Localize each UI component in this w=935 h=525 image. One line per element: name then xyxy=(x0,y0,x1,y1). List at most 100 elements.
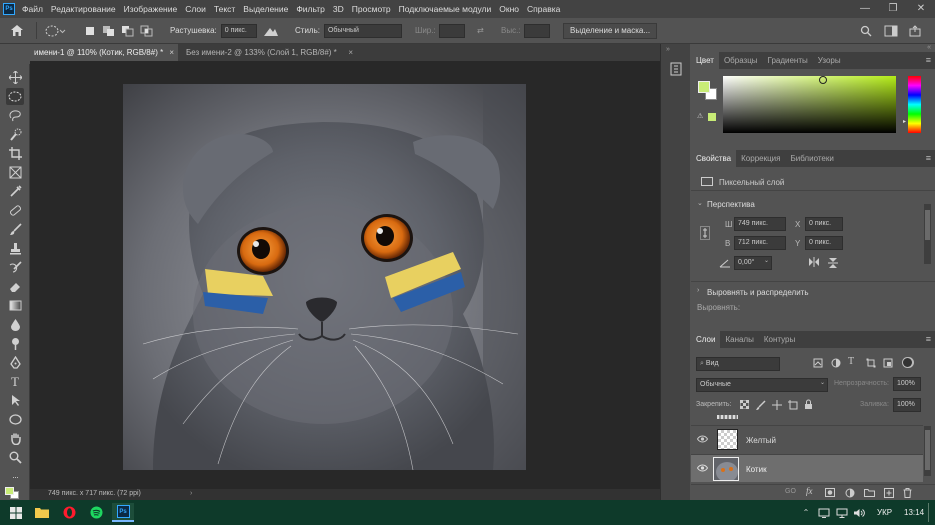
status-menu-icon[interactable]: › xyxy=(190,490,192,497)
tab-channels[interactable]: Каналы xyxy=(720,331,758,348)
blend-mode-dropdown-icon[interactable]: ⌄ xyxy=(820,379,825,386)
spotify-icon[interactable] xyxy=(85,503,107,522)
layer-style-icon[interactable]: fx xyxy=(806,486,813,496)
lock-pixels-icon[interactable] xyxy=(756,400,766,412)
tab-patterns[interactable]: Узоры xyxy=(813,52,846,69)
pen-tool-icon[interactable] xyxy=(6,354,24,371)
lasso-tool-icon[interactable] xyxy=(6,107,24,124)
feather-input[interactable]: 0 пикс. xyxy=(220,23,257,38)
tab-gradients[interactable]: Градиенты xyxy=(763,52,813,69)
y-value[interactable]: 0 пикс. xyxy=(805,236,843,250)
filter-toggle-switch[interactable] xyxy=(902,357,914,368)
move-tool-icon[interactable] xyxy=(6,69,24,86)
panel-menu-icon[interactable]: ≡ xyxy=(926,153,931,163)
start-button[interactable] xyxy=(5,503,27,522)
visibility-eye-icon[interactable] xyxy=(696,435,709,445)
brush-tool-icon[interactable] xyxy=(6,221,24,238)
lock-all-icon[interactable] xyxy=(804,399,813,412)
quick-selection-tool-icon[interactable] xyxy=(6,126,24,143)
tab-layers[interactable]: Слои xyxy=(691,331,721,348)
adjustment-layer-icon[interactable] xyxy=(845,488,855,500)
tab-close-icon[interactable]: × xyxy=(169,44,174,61)
height-value[interactable]: 712 пикс. xyxy=(734,236,786,250)
fill-input[interactable]: 100% xyxy=(893,398,921,412)
filter-shape-icon[interactable] xyxy=(866,358,876,370)
add-mask-icon[interactable] xyxy=(825,488,835,499)
opera-icon[interactable] xyxy=(58,503,80,522)
menu-select[interactable]: Выделение xyxy=(239,4,292,14)
new-selection-icon[interactable] xyxy=(84,22,96,39)
panel-menu-icon[interactable]: ≡ xyxy=(926,334,931,344)
layer-filter-select[interactable]: ⌕ Вид xyxy=(696,357,780,371)
delete-layer-icon[interactable] xyxy=(903,488,912,500)
angle-dropdown-icon[interactable]: ⌄ xyxy=(764,257,769,264)
panels-collapse-icon[interactable]: « xyxy=(927,44,931,51)
new-layer-icon[interactable] xyxy=(884,488,894,500)
layers-scrollbar[interactable] xyxy=(924,426,931,476)
menu-plugins[interactable]: Подключаемые модули xyxy=(395,4,496,14)
home-icon[interactable] xyxy=(10,22,24,39)
tab-close-icon[interactable]: × xyxy=(348,44,353,61)
opacity-input[interactable]: 100% xyxy=(893,377,921,391)
filter-pixel-icon[interactable] xyxy=(813,358,823,370)
gamut-swatch[interactable] xyxy=(708,113,716,121)
swap-icon[interactable]: ⇄ xyxy=(477,22,484,39)
tab-paths[interactable]: Контуры xyxy=(759,331,800,348)
hue-slider[interactable]: ▸ xyxy=(903,76,921,133)
style-select[interactable]: Обычный xyxy=(323,23,402,38)
section-collapse-icon[interactable]: ⌄ xyxy=(697,199,703,207)
elliptical-marquee-tool-icon[interactable] xyxy=(6,88,24,105)
menu-window[interactable]: Окно xyxy=(495,4,523,14)
search-icon[interactable] xyxy=(860,22,872,39)
layer-row-yellow[interactable]: Желтый xyxy=(691,425,923,453)
blend-mode-select[interactable]: Обычные xyxy=(696,378,828,392)
color-picker-field[interactable] xyxy=(723,76,896,133)
tab-swatches[interactable]: Образцы xyxy=(719,52,763,69)
color-picker-cursor[interactable] xyxy=(819,76,827,84)
hue-slider-handle[interactable]: ▸ xyxy=(903,118,906,125)
antialias-icon[interactable] xyxy=(263,22,279,39)
lock-artboard-icon[interactable] xyxy=(788,400,798,412)
layer-name[interactable]: Котик xyxy=(746,465,767,474)
document-canvas-image[interactable] xyxy=(123,84,526,470)
type-tool-icon[interactable]: T xyxy=(6,373,24,390)
healing-brush-tool-icon[interactable] xyxy=(6,202,24,219)
select-and-mask-button[interactable]: Выделение и маска... xyxy=(563,22,658,39)
width-value[interactable]: 749 пикс. xyxy=(734,217,786,231)
share-icon[interactable] xyxy=(908,22,922,39)
marquee-preset-icon[interactable] xyxy=(36,22,67,39)
layer-name[interactable]: Желтый xyxy=(746,436,776,445)
flip-horizontal-icon[interactable] xyxy=(808,257,820,269)
tab-document-1[interactable]: имени-1 @ 110% (Котик, RGB/8#) * × xyxy=(30,44,178,61)
show-desktop-button[interactable] xyxy=(928,503,929,522)
ellipse-tool-icon[interactable] xyxy=(6,411,24,428)
dodge-tool-icon[interactable] xyxy=(6,335,24,352)
foreground-color-chip[interactable] xyxy=(698,81,710,93)
new-group-icon[interactable] xyxy=(864,488,875,499)
menu-help[interactable]: Справка xyxy=(523,4,564,14)
filter-type-icon[interactable]: T xyxy=(848,356,854,367)
workspace-icon[interactable] xyxy=(884,22,898,39)
clock[interactable]: 13:14 xyxy=(904,508,924,517)
eyedropper-tool-icon[interactable] xyxy=(6,183,24,200)
filter-adjustment-icon[interactable] xyxy=(831,358,841,370)
properties-scrollbar[interactable] xyxy=(924,204,931,264)
clone-stamp-tool-icon[interactable] xyxy=(6,240,24,257)
crop-tool-icon[interactable] xyxy=(6,145,24,162)
collapse-icon[interactable]: » xyxy=(666,46,670,53)
history-panel-icon[interactable] xyxy=(669,62,683,78)
layer-row-kitten[interactable]: Котик xyxy=(691,454,923,482)
intersect-selection-icon[interactable] xyxy=(140,22,154,39)
link-dimensions-icon[interactable] xyxy=(700,226,710,240)
tab-libraries[interactable]: Библиотеки xyxy=(785,150,838,167)
menu-filter[interactable]: Фильтр xyxy=(292,4,329,14)
blur-tool-icon[interactable] xyxy=(6,316,24,333)
tab-color[interactable]: Цвет xyxy=(691,52,719,69)
edit-toolbar-icon[interactable]: ··· xyxy=(6,468,24,485)
zoom-tool-icon[interactable] xyxy=(6,449,24,466)
minimize-button[interactable]: — xyxy=(851,0,879,18)
restore-button[interactable]: ❐ xyxy=(879,0,907,18)
menu-file[interactable]: Файл xyxy=(18,4,47,14)
link-layers-icon[interactable]: GO xyxy=(785,488,796,495)
width-input[interactable] xyxy=(438,23,465,38)
